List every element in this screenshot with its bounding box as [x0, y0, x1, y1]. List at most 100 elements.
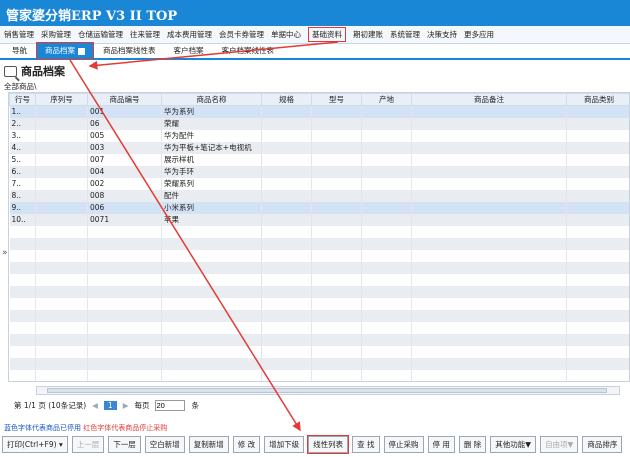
menu-item-2[interactable]: 仓储运输管理	[78, 29, 123, 40]
column-header[interactable]: 产地	[361, 93, 412, 106]
menu-item-7[interactable]: 基础资料	[308, 27, 346, 42]
menu-item-4[interactable]: 成本费用管理	[167, 29, 212, 40]
tab-product-linear[interactable]: 商品档案线性表	[95, 43, 164, 58]
table-row[interactable]: 1.. 001 华为系列	[9, 105, 629, 118]
breadcrumb[interactable]: 全部商品\	[4, 81, 37, 92]
toolbar-button-0[interactable]: 打印(Ctrl+F9) ▾	[2, 436, 68, 453]
table-cell	[566, 237, 629, 250]
table-row[interactable]: 2.. 06 荣耀	[9, 117, 629, 130]
toolbar-button-9[interactable]: 停止采购	[383, 436, 424, 453]
tab-customer-file[interactable]: 客户档案	[166, 43, 212, 58]
app-title: 管家婆分销ERP V3 II TOP	[0, 0, 630, 26]
table-cell	[261, 165, 312, 178]
table-cell	[261, 117, 312, 130]
page-title: 商品档案	[4, 63, 65, 79]
table-row[interactable]: 5.. 007 展示样机	[9, 153, 629, 166]
column-header[interactable]: 规格	[261, 93, 312, 106]
page-size-input[interactable]	[155, 400, 186, 411]
next-page-icon[interactable]: ▶	[123, 401, 129, 410]
toolbar-button-12[interactable]: 其他功能▼	[490, 436, 537, 453]
column-header[interactable]: 序列号	[35, 93, 88, 106]
tab-customer-linear[interactable]: 客户档案线性表	[214, 43, 283, 58]
table-row[interactable]	[9, 333, 629, 346]
table-row[interactable]: 9.. 006 小米系列	[9, 201, 629, 214]
table-cell	[411, 225, 567, 238]
column-header[interactable]: 型号	[311, 93, 362, 106]
current-page[interactable]: 1	[103, 401, 117, 410]
column-header[interactable]: 行号	[9, 93, 36, 106]
toolbar-button-11[interactable]: 删 除	[458, 436, 487, 453]
table-cell	[361, 117, 412, 130]
menu-item-0[interactable]: 销售管理	[4, 29, 34, 40]
toolbar-button-13[interactable]: 自由项▼	[540, 436, 579, 453]
toolbar-button-14[interactable]: 商品排序	[582, 436, 623, 453]
table-cell	[87, 285, 162, 298]
menu-item-11[interactable]: 更多应用	[464, 29, 494, 40]
table-cell	[311, 297, 362, 310]
column-header[interactable]: 商品编号	[87, 93, 162, 106]
table-row[interactable]: 3.. 005 华为配件	[9, 129, 629, 142]
table-cell: 007	[87, 153, 162, 166]
toolbar-button-3[interactable]: 空白新增	[144, 436, 185, 453]
table-row[interactable]	[9, 357, 629, 370]
menu-item-8[interactable]: 期初建账	[353, 29, 383, 40]
tab-product-file[interactable]: 商品档案	[36, 42, 94, 59]
page-size-label: 每页	[134, 401, 150, 410]
table-cell: 华为平板+笔记本+电视机	[161, 141, 262, 154]
table-cell	[35, 105, 88, 118]
first-page-icon[interactable]: ◀	[92, 401, 98, 410]
table-row[interactable]	[9, 273, 629, 286]
table-row[interactable]: 4.. 003 华为平板+笔记本+电视机	[9, 141, 629, 154]
toolbar-button-7[interactable]: 线性列表	[307, 435, 350, 454]
nav-label[interactable]: 导航	[4, 43, 35, 58]
toolbar-button-5[interactable]: 修 改	[232, 436, 261, 453]
menu-item-1[interactable]: 采购管理	[41, 29, 71, 40]
table-row[interactable]: 10.. 0071 苹果	[9, 213, 629, 226]
column-header[interactable]: 商品类别	[566, 93, 629, 106]
table-row[interactable]	[9, 225, 629, 238]
toolbar-button-1[interactable]: 上一层	[71, 436, 105, 453]
toolbar-button-8[interactable]: 查 找	[352, 436, 380, 453]
menu-item-6[interactable]: 单据中心	[271, 29, 301, 40]
toolbar-button-4[interactable]: 复制新增	[188, 436, 229, 453]
menu-item-10[interactable]: 决策支持	[427, 29, 457, 40]
table-row[interactable]	[9, 321, 629, 334]
table-row[interactable]: 6.. 004 华为手环	[9, 165, 629, 178]
table-cell: 荣耀	[161, 117, 262, 130]
toolbar-button-2[interactable]: 下一层	[108, 436, 141, 453]
table-cell	[566, 117, 629, 130]
table-row[interactable]	[9, 237, 629, 250]
table-row[interactable]	[9, 345, 629, 358]
menu-item-5[interactable]: 会员卡券管理	[219, 29, 264, 40]
column-header[interactable]: 商品名称	[161, 93, 262, 106]
table-row[interactable]: 7.. 002 荣耀系列	[9, 177, 629, 190]
table-row[interactable]	[9, 249, 629, 262]
table-cell	[35, 153, 88, 166]
menu-item-9[interactable]: 系统管理	[390, 29, 420, 40]
menu-item-3[interactable]: 往来管理	[130, 29, 160, 40]
search-icon	[4, 65, 17, 77]
close-icon[interactable]	[78, 47, 85, 55]
toolbar-button-10[interactable]: 停 用	[427, 436, 455, 453]
table-cell	[411, 105, 567, 118]
table-row[interactable]	[9, 261, 629, 274]
expand-arrow-icon[interactable]: »	[2, 248, 8, 258]
table-row[interactable]	[9, 369, 629, 381]
column-header[interactable]: 商品备注	[411, 93, 567, 106]
table-cell	[566, 141, 629, 154]
table-row[interactable]: 8.. 008 配件	[9, 189, 629, 202]
table-cell	[361, 357, 412, 370]
table-row[interactable]	[9, 309, 629, 322]
table-row[interactable]	[9, 285, 629, 298]
table-cell	[87, 369, 162, 381]
table-cell	[261, 333, 312, 346]
toolbar-button-6[interactable]: 增加下级	[264, 436, 305, 453]
table-cell	[361, 249, 412, 262]
scroll-thumb[interactable]	[47, 388, 607, 393]
table-cell	[161, 285, 262, 298]
table-cell	[9, 273, 36, 286]
horizontal-scrollbar[interactable]	[36, 386, 620, 395]
table-cell	[87, 345, 162, 358]
table-row[interactable]	[9, 297, 629, 310]
table-cell	[87, 309, 162, 322]
